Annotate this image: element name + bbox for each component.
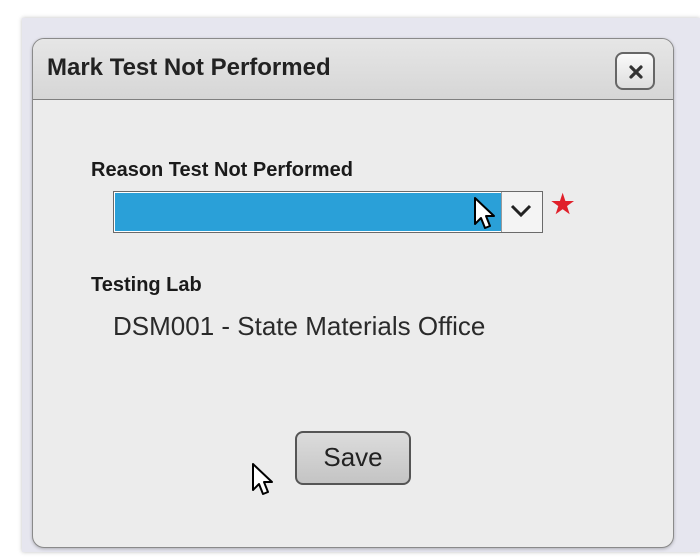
required-marker: ★ — [551, 189, 575, 219]
mark-test-not-performed-dialog: Mark Test Not Performed Reason Test Not … — [32, 38, 674, 548]
dialog-title: Mark Test Not Performed — [47, 54, 331, 81]
testing-lab-label: Testing Lab — [91, 274, 202, 296]
close-icon — [629, 65, 643, 79]
reason-select-value — [115, 193, 501, 231]
reason-select-arrow[interactable] — [501, 192, 542, 232]
close-button[interactable] — [615, 52, 655, 90]
chevron-down-icon — [510, 204, 532, 218]
mouse-pointer-icon — [252, 463, 273, 495]
dialog-titlebar: Mark Test Not Performed — [33, 39, 673, 100]
mouse-pointer-icon — [474, 197, 495, 229]
save-button[interactable]: Save — [295, 431, 411, 485]
reason-label: Reason Test Not Performed — [91, 159, 353, 181]
screen: Mark Test Not Performed Reason Test Not … — [0, 0, 700, 560]
testing-lab-value: DSM001 - State Materials Office — [113, 311, 486, 341]
